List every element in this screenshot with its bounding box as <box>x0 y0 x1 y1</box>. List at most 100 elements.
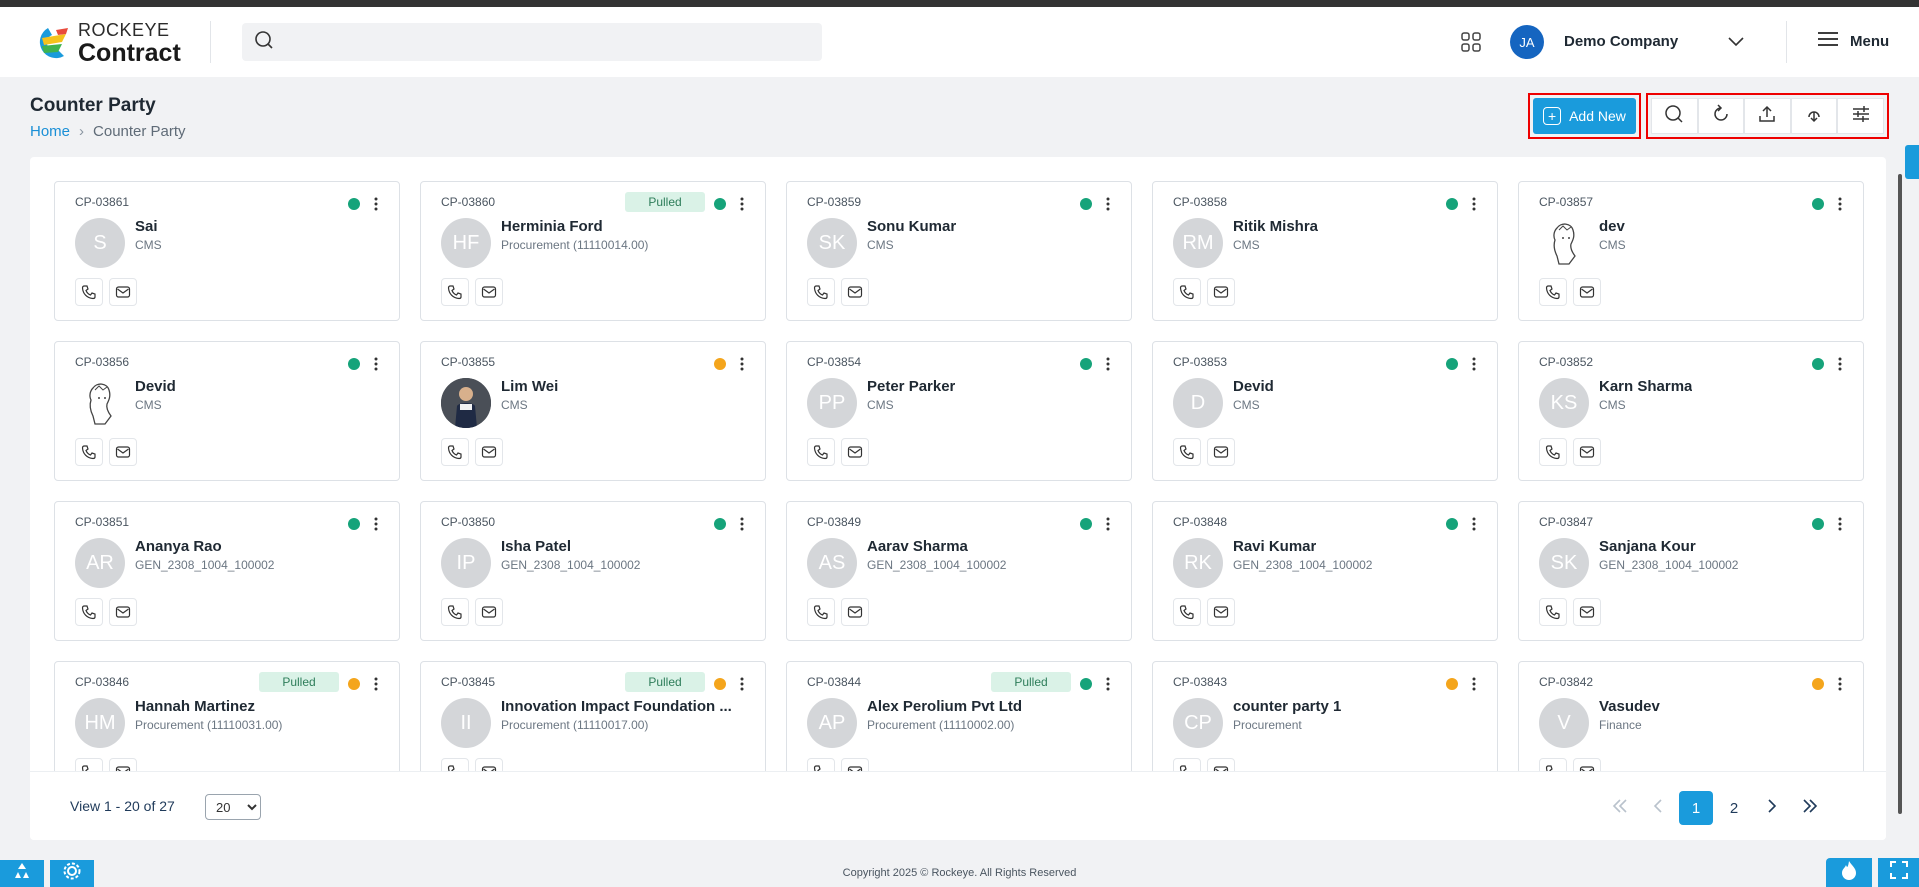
kebab-menu-icon[interactable] <box>1471 356 1477 372</box>
per-page-select[interactable]: 20 <box>205 794 261 820</box>
counterparty-card[interactable]: CP-03856 Devid CMS <box>54 341 400 481</box>
kebab-menu-icon[interactable] <box>1837 196 1843 212</box>
card-name[interactable]: Peter Parker <box>867 378 955 395</box>
card-name[interactable]: Aarav Sharma <box>867 538 968 555</box>
mail-icon[interactable] <box>841 438 869 466</box>
phone-icon[interactable] <box>75 438 103 466</box>
next-page-button[interactable] <box>1755 791 1789 825</box>
company-name[interactable]: Demo Company <box>1564 33 1678 50</box>
user-avatar[interactable]: JA <box>1510 25 1544 59</box>
card-name[interactable]: Lim Wei <box>501 378 558 395</box>
toolbar-download-button[interactable] <box>1790 98 1838 134</box>
side-pin-tab[interactable] <box>1905 145 1919 179</box>
kebab-menu-icon[interactable] <box>739 356 745 372</box>
kebab-menu-icon[interactable] <box>1837 356 1843 372</box>
mail-icon[interactable] <box>841 598 869 626</box>
mail-icon[interactable] <box>475 598 503 626</box>
prev-page-button[interactable] <box>1641 791 1675 825</box>
grid-apps-icon[interactable] <box>1460 31 1482 53</box>
mail-icon[interactable] <box>109 598 137 626</box>
menu-button[interactable]: Menu <box>1818 31 1889 52</box>
card-name[interactable]: Karn Sharma <box>1599 378 1692 395</box>
counterparty-card[interactable]: CP-03852 KS Karn Sharma CMS <box>1518 341 1864 481</box>
mail-icon[interactable] <box>109 438 137 466</box>
phone-icon[interactable] <box>75 278 103 306</box>
toolbar-filter-button[interactable] <box>1837 98 1884 134</box>
toolbar-upload-button[interactable] <box>1744 98 1791 134</box>
counterparty-card[interactable]: CP-03849 AS Aarav Sharma GEN_2308_1004_1000… <box>786 501 1132 641</box>
phone-icon[interactable] <box>441 278 469 306</box>
mail-icon[interactable] <box>109 278 137 306</box>
counterparty-card[interactable]: CP-03860 Pulled HF Herminia Ford Procurement… <box>420 181 766 321</box>
phone-icon[interactable] <box>807 598 835 626</box>
card-name[interactable]: Alex Perolium Pvt Ltd <box>867 698 1022 715</box>
chevron-down-icon[interactable] <box>1726 31 1746 51</box>
phone-icon[interactable] <box>75 598 103 626</box>
card-name[interactable]: counter party 1 <box>1233 698 1341 715</box>
kebab-menu-icon[interactable] <box>1105 196 1111 212</box>
phone-icon[interactable] <box>441 598 469 626</box>
counterparty-card[interactable]: CP-03861 S Sai CMS <box>54 181 400 321</box>
flame-button[interactable] <box>1826 858 1872 887</box>
breadcrumb-home[interactable]: Home <box>30 123 70 140</box>
card-name[interactable]: Herminia Ford <box>501 218 603 235</box>
card-name[interactable]: Isha Patel <box>501 538 571 555</box>
kebab-menu-icon[interactable] <box>1471 516 1477 532</box>
kebab-menu-icon[interactable] <box>373 196 379 212</box>
card-name[interactable]: Innovation Impact Foundation ... <box>501 698 732 715</box>
kebab-menu-icon[interactable] <box>373 516 379 532</box>
phone-icon[interactable] <box>441 438 469 466</box>
mail-icon[interactable] <box>1207 278 1235 306</box>
card-name[interactable]: Devid <box>135 378 176 395</box>
card-name[interactable]: Sanjana Kour <box>1599 538 1696 555</box>
mail-icon[interactable] <box>1207 438 1235 466</box>
scrollbar[interactable] <box>1898 174 1902 814</box>
fullscreen-button[interactable] <box>1878 858 1919 887</box>
counterparty-card[interactable]: CP-03854 PP Peter Parker CMS <box>786 341 1132 481</box>
card-name[interactable]: Sai <box>135 218 158 235</box>
last-page-button[interactable] <box>1793 791 1827 825</box>
mail-icon[interactable] <box>475 278 503 306</box>
mail-icon[interactable] <box>1207 598 1235 626</box>
card-name[interactable]: Ravi Kumar <box>1233 538 1316 555</box>
phone-icon[interactable] <box>1173 598 1201 626</box>
counterparty-card[interactable]: CP-03848 RK Ravi Kumar GEN_2308_1004_100002 <box>1152 501 1498 641</box>
counterparty-card[interactable]: CP-03847 SK Sanjana Kour GEN_2308_1004_1000… <box>1518 501 1864 641</box>
card-name[interactable]: dev <box>1599 218 1625 235</box>
kebab-menu-icon[interactable] <box>1105 516 1111 532</box>
mail-icon[interactable] <box>1573 278 1601 306</box>
counterparty-card[interactable]: CP-03857 dev CMS <box>1518 181 1864 321</box>
phone-icon[interactable] <box>1539 438 1567 466</box>
first-page-button[interactable] <box>1603 791 1637 825</box>
kebab-menu-icon[interactable] <box>739 676 745 692</box>
toolbar-refresh-button[interactable] <box>1697 98 1745 134</box>
kebab-menu-icon[interactable] <box>1105 356 1111 372</box>
kebab-menu-icon[interactable] <box>1471 676 1477 692</box>
kebab-menu-icon[interactable] <box>739 196 745 212</box>
phone-icon[interactable] <box>1539 278 1567 306</box>
counterparty-card[interactable]: CP-03850 IP Isha Patel GEN_2308_1004_100002 <box>420 501 766 641</box>
kebab-menu-icon[interactable] <box>1837 676 1843 692</box>
mail-icon[interactable] <box>841 278 869 306</box>
page-button-1[interactable]: 1 <box>1679 791 1713 825</box>
global-search[interactable] <box>242 23 822 61</box>
kebab-menu-icon[interactable] <box>1837 516 1843 532</box>
kebab-menu-icon[interactable] <box>739 516 745 532</box>
phone-icon[interactable] <box>807 438 835 466</box>
app-logo[interactable]: ROCKEYE Contract <box>28 21 181 66</box>
card-name[interactable]: Ritik Mishra <box>1233 218 1318 235</box>
mail-icon[interactable] <box>1573 438 1601 466</box>
phone-icon[interactable] <box>1539 598 1567 626</box>
add-new-button[interactable]: + Add New <box>1533 98 1636 134</box>
toolbar-search-button[interactable] <box>1651 98 1698 134</box>
mail-icon[interactable] <box>1573 598 1601 626</box>
card-name[interactable]: Sonu Kumar <box>867 218 956 235</box>
page-button-2[interactable]: 2 <box>1717 791 1751 825</box>
phone-icon[interactable] <box>1173 278 1201 306</box>
kebab-menu-icon[interactable] <box>373 356 379 372</box>
search-input[interactable] <box>282 27 802 57</box>
counterparty-card[interactable]: CP-03851 AR Ananya Rao GEN_2308_1004_100002 <box>54 501 400 641</box>
counterparty-card[interactable]: CP-03855 Lim Wei CMS <box>420 341 766 481</box>
kebab-menu-icon[interactable] <box>1471 196 1477 212</box>
mail-icon[interactable] <box>475 438 503 466</box>
